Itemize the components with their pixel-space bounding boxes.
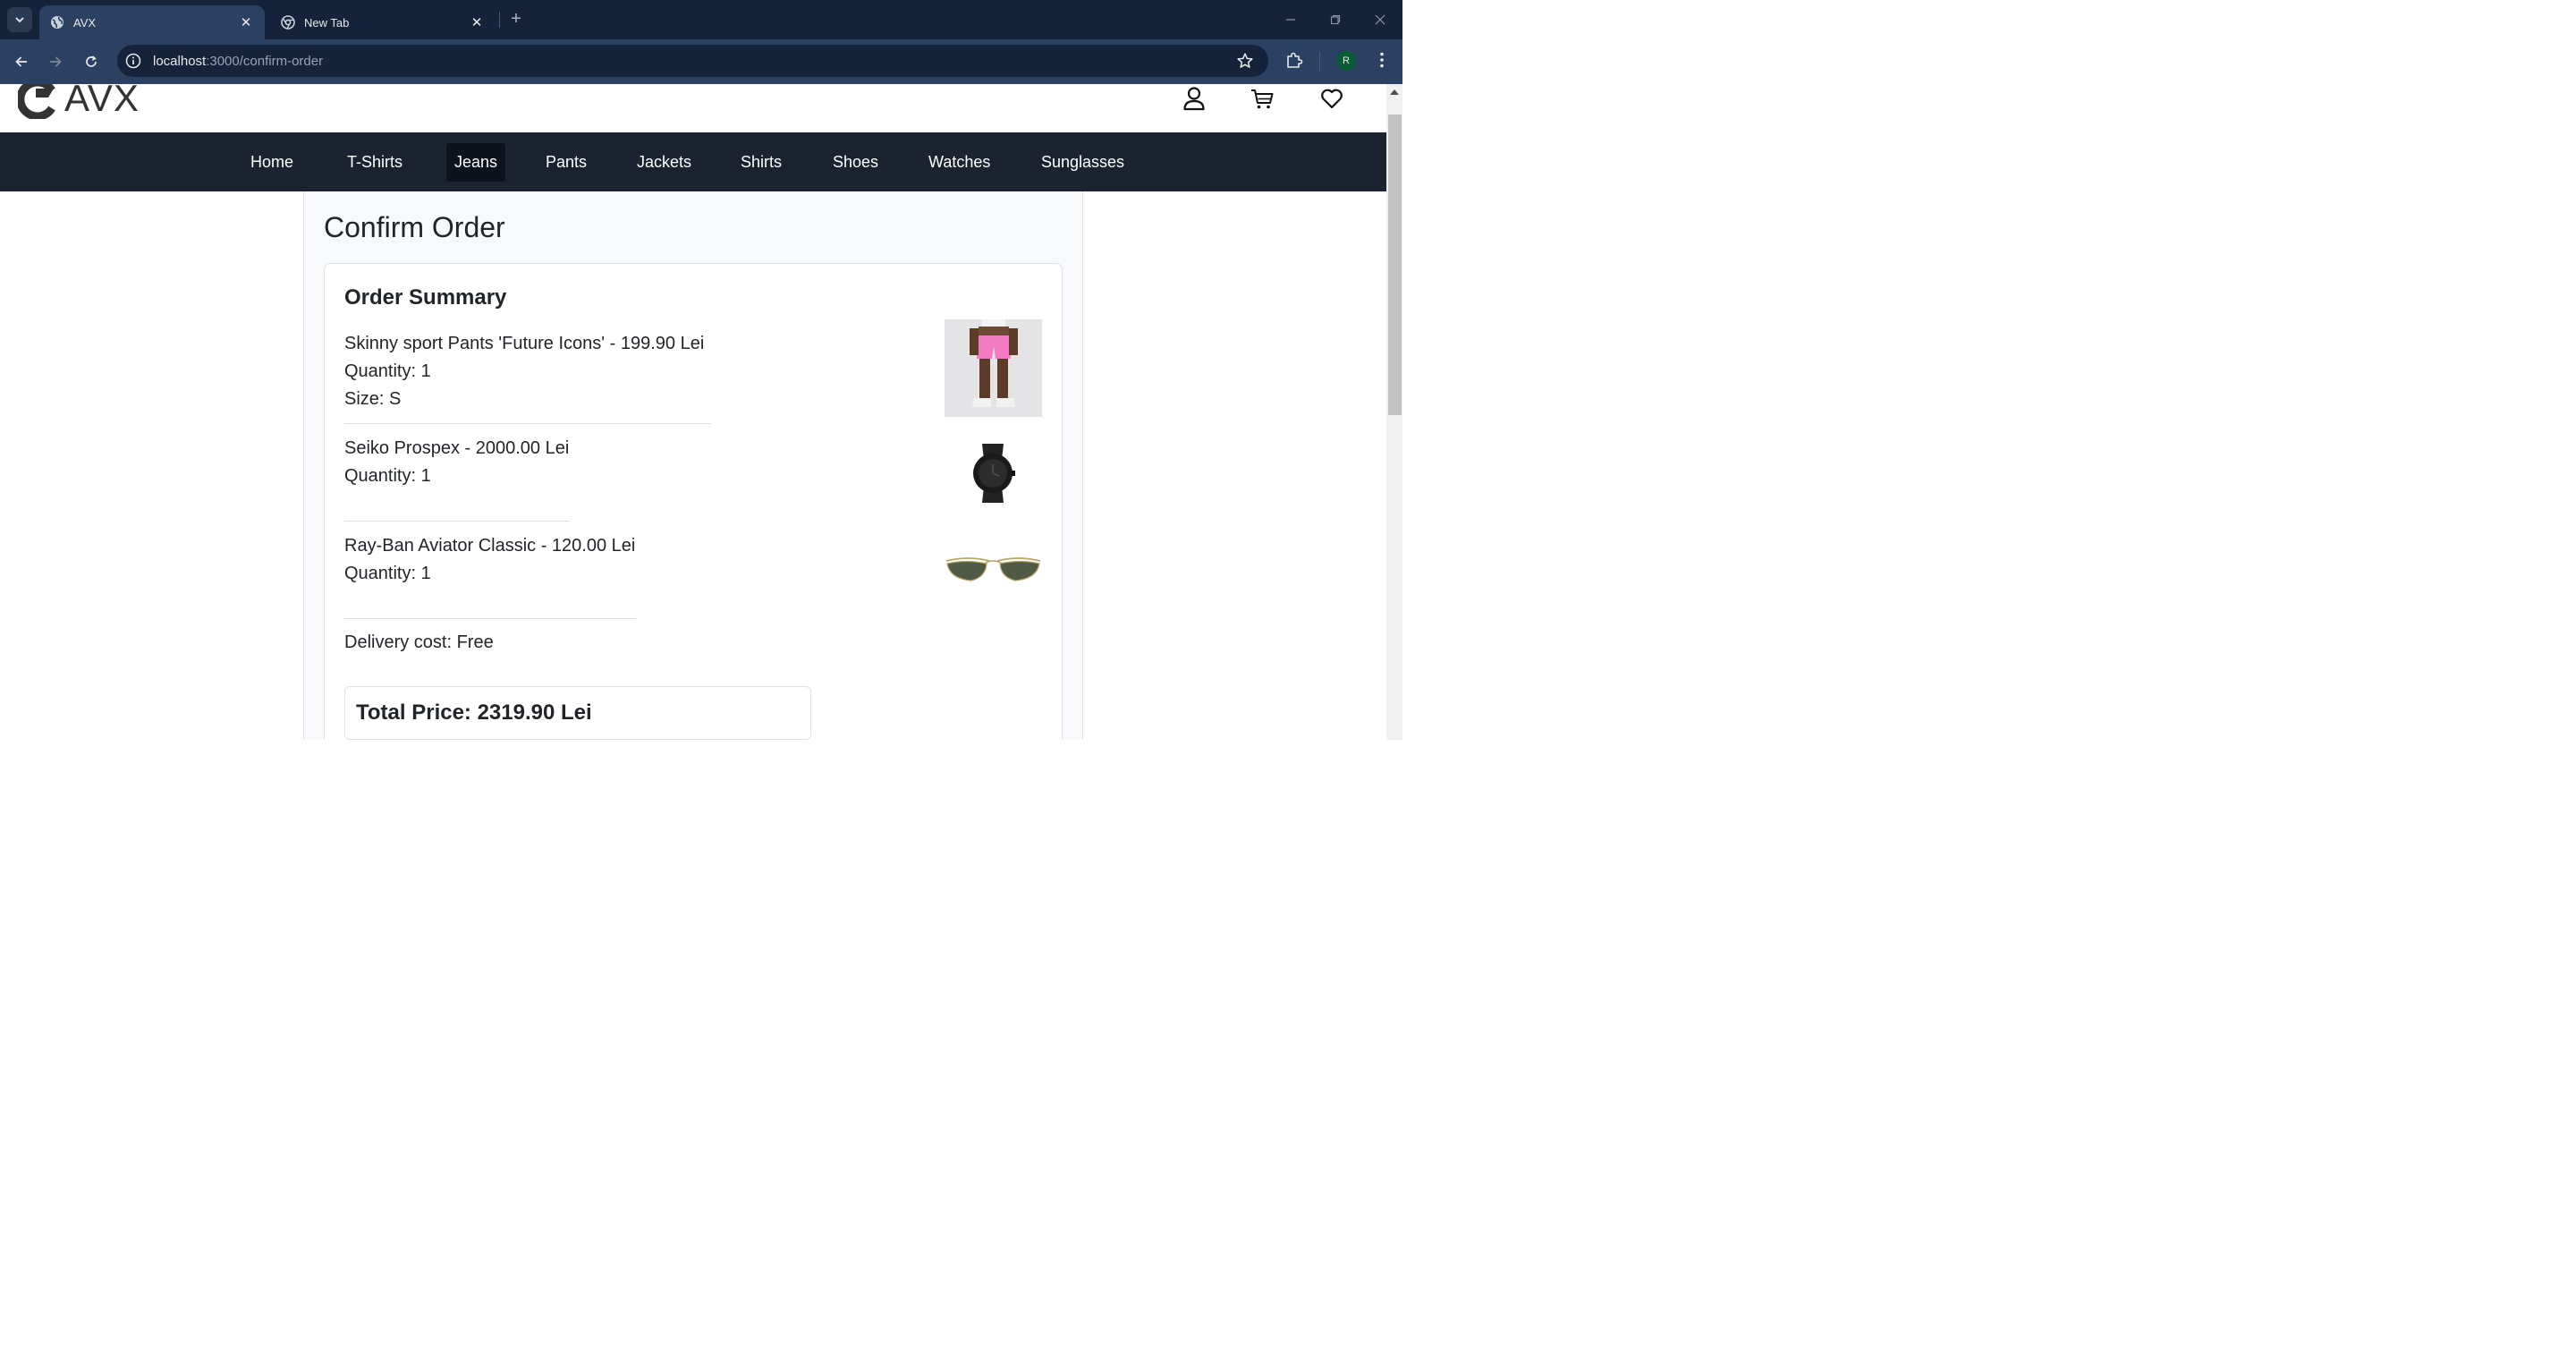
globe-icon xyxy=(50,15,64,30)
tab-avx[interactable]: AVX ✕ xyxy=(39,5,265,39)
toolbar-divider xyxy=(1319,52,1320,72)
item-quantity: Quantity: 1 xyxy=(344,564,431,583)
arrow-right-icon xyxy=(50,56,62,67)
category-navbar: Home T-Shirts Jeans Pants Jackets Shirts… xyxy=(0,132,1386,191)
browser-toolbar: localhost:3000/confirm-order R xyxy=(0,39,1402,84)
order-item: Skinny sport Pants 'Future Icons' - 199.… xyxy=(344,330,704,413)
site-info-icon[interactable] xyxy=(125,53,141,69)
aviator-sunglasses-image xyxy=(945,522,1042,619)
reload-icon xyxy=(86,55,97,67)
restore-icon[interactable] xyxy=(1326,11,1344,29)
item-size: Size: S xyxy=(344,389,402,409)
cart-icon[interactable] xyxy=(1250,86,1275,111)
order-item: Seiko Prospex - 2000.00 Lei Quantity: 1 xyxy=(344,435,569,490)
confirm-order-card: Confirm Order Order Summary Skinny sport… xyxy=(303,191,1083,740)
extensions-puzzle-icon[interactable] xyxy=(1284,50,1304,70)
nav-sunglasses[interactable]: Sunglasses xyxy=(1033,143,1132,182)
site-logo[interactable]: AVX xyxy=(18,84,140,120)
bookmark-star-icon[interactable] xyxy=(1236,52,1254,70)
profile-initial: R xyxy=(1343,55,1350,66)
arrow-left-icon xyxy=(15,56,27,67)
nav-home[interactable]: Home xyxy=(242,143,301,182)
item-divider xyxy=(344,423,711,424)
kebab-menu-icon xyxy=(1380,52,1384,68)
pink-shorts-image xyxy=(945,319,1042,417)
total-price-box: Total Price: 2319.90 Lei xyxy=(344,686,811,740)
item-divider xyxy=(344,521,570,522)
item-name-price: Seiko Prospex - 2000.00 Lei xyxy=(344,438,570,458)
tab-title: AVX xyxy=(73,15,97,30)
page-title: Confirm Order xyxy=(324,211,505,243)
order-summary-card: Order Summary Skinny sport Pants 'Future… xyxy=(324,263,1063,740)
url-path: :3000/confirm-order xyxy=(206,53,324,69)
black-watch-image xyxy=(945,424,1042,522)
chrome-icon xyxy=(281,15,295,30)
avx-logo-mark-icon xyxy=(18,84,55,119)
item-name-price: Ray-Ban Aviator Classic - 120.00 Lei xyxy=(344,536,636,556)
back-button[interactable] xyxy=(10,50,33,73)
item-quantity: Quantity: 1 xyxy=(344,361,431,381)
item-divider xyxy=(344,618,636,619)
item-name-price: Skinny sport Pants 'Future Icons' - 199.… xyxy=(344,334,705,353)
delivery-cost: Delivery cost: Free xyxy=(344,632,494,652)
tab-new-tab[interactable]: New Tab ✕ xyxy=(270,5,496,39)
close-window-icon[interactable] xyxy=(1371,11,1389,29)
close-icon[interactable]: ✕ xyxy=(238,14,254,30)
order-item: Ray-Ban Aviator Classic - 120.00 Lei Qua… xyxy=(344,532,635,588)
reload-button[interactable] xyxy=(80,50,103,73)
tab-divider xyxy=(499,12,500,28)
nav-pants[interactable]: Pants xyxy=(538,143,595,182)
new-tab-button[interactable]: + xyxy=(506,10,526,30)
tab-search-button[interactable] xyxy=(7,7,32,32)
nav-jackets[interactable]: Jackets xyxy=(629,143,699,182)
chevron-down-icon xyxy=(15,17,24,23)
browser-tab-strip: AVX ✕ New Tab ✕ + xyxy=(0,0,1402,39)
total-price: Total Price: 2319.90 Lei xyxy=(356,700,592,725)
tab-title: New Tab xyxy=(304,15,350,30)
heart-icon[interactable] xyxy=(1319,86,1344,111)
browser-menu-button[interactable] xyxy=(1372,50,1392,70)
scroll-up-arrow-icon[interactable] xyxy=(1390,89,1399,95)
nav-shoes[interactable]: Shoes xyxy=(825,143,886,182)
url-text: localhost:3000/confirm-order xyxy=(153,54,323,69)
scrollbar-thumb[interactable] xyxy=(1388,115,1402,415)
site-header: AVX xyxy=(0,84,1386,132)
order-summary-title: Order Summary xyxy=(344,285,507,310)
nav-shirts[interactable]: Shirts xyxy=(733,143,790,182)
nav-jeans[interactable]: Jeans xyxy=(446,143,506,182)
nav-t-shirts[interactable]: T-Shirts xyxy=(339,143,411,182)
forward-button[interactable] xyxy=(44,50,67,73)
logo-wordmark: AVX xyxy=(64,84,140,119)
profile-avatar[interactable]: R xyxy=(1336,51,1356,71)
url-host: localhost xyxy=(153,53,207,69)
address-bar[interactable]: localhost:3000/confirm-order xyxy=(117,45,1268,77)
close-icon[interactable]: ✕ xyxy=(469,14,485,30)
nav-watches[interactable]: Watches xyxy=(920,143,998,182)
item-quantity: Quantity: 1 xyxy=(344,466,431,486)
page-viewport: AVX Home T-Shirts Jeans Pants Jackets Sh… xyxy=(0,84,1402,740)
page-scrollbar[interactable] xyxy=(1386,84,1402,740)
user-icon[interactable] xyxy=(1182,86,1207,111)
minimize-icon[interactable] xyxy=(1282,11,1300,29)
